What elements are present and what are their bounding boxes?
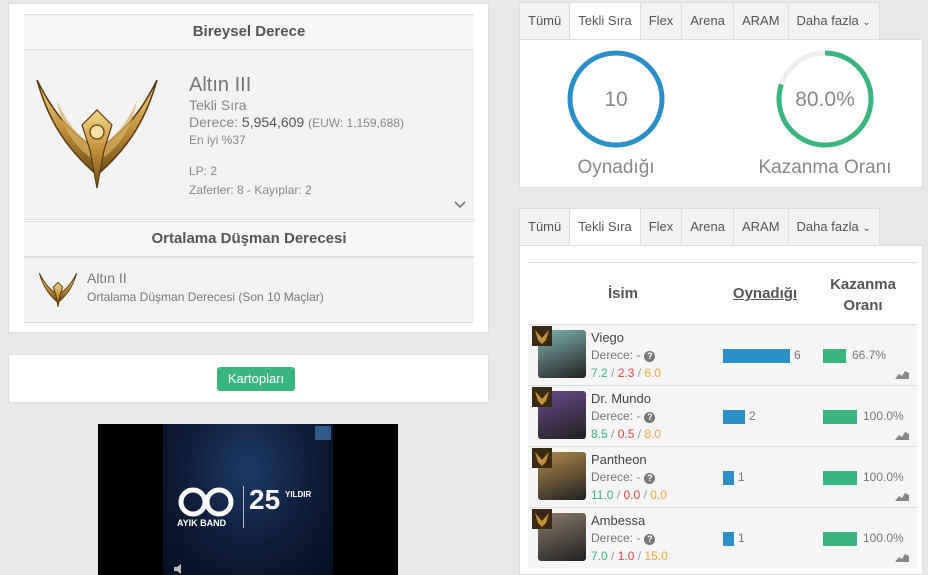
ad-logo-icon <box>178 487 234 517</box>
trend-chart-icon[interactable] <box>895 369 909 379</box>
played-count: 1 <box>738 531 745 545</box>
tab-all[interactable]: Tümü <box>519 2 570 40</box>
tab-more-2[interactable]: Daha fazla ⌄ <box>787 208 880 246</box>
solo-rank-heading: Bireysel Derece <box>24 14 474 50</box>
lp-value: LP: 2 <box>189 164 218 178</box>
tab-arena-2[interactable]: Arena <box>681 208 733 246</box>
tab-aram[interactable]: ARAM <box>732 2 788 40</box>
enemy-rank-heading: Ortalama Düşman Derecesi <box>24 221 474 257</box>
champion-table-header: İsim Oynadığı Kazanma Oranı <box>528 262 917 324</box>
champion-kda: 11.0 / 0.0 / 0.0 <box>591 488 667 502</box>
ladder-region-rank: (EUW: 1,159,688) <box>308 116 404 130</box>
help-icon[interactable]: ? <box>644 534 656 545</box>
tab-flex[interactable]: Flex <box>639 2 682 40</box>
win-loss-record: Zaferler: 8 - Kayıplar: 2 <box>189 183 312 197</box>
mute-icon[interactable] <box>173 564 187 574</box>
ad-years-label: YILDIR <box>285 490 312 499</box>
tab-arena[interactable]: Arena <box>681 2 733 40</box>
maps-panel: Kartopları <box>8 354 489 403</box>
trend-chart-icon[interactable] <box>895 491 909 501</box>
rank-mini-emblem-icon <box>532 509 552 529</box>
stats-panel: 10 Oynadığı 80.0% Kazanma Oranı <box>519 39 923 188</box>
winrate-percent: 100.0% <box>863 470 904 484</box>
winrate-percent: 100.0% <box>863 409 904 423</box>
champion-rank: Derece: -? <box>591 470 656 484</box>
winrate-value: 80.0% <box>795 88 855 111</box>
solo-rank-panel: Bireysel Derece Altın III Tekli Sıra Der… <box>8 3 489 333</box>
winrate-bar <box>823 410 857 424</box>
ad-choices-icon[interactable] <box>315 426 331 440</box>
winrate-percent: 100.0% <box>863 531 904 545</box>
champion-kda: 7.2 / 2.3 / 6.0 <box>591 366 662 380</box>
tab-solo-queue-2[interactable]: Tekli Sıra <box>569 208 640 246</box>
help-icon[interactable]: ? <box>644 412 656 423</box>
ad-banner[interactable]: AYIK BAND 25 YILDIR <box>163 424 333 575</box>
played-bar <box>723 349 790 363</box>
champion-row[interactable]: Pantheon Derece: -? 11.0 / 0.0 / 0.0 1 100.0… <box>528 446 917 507</box>
enemy-rank-box: Altın II Ortalama Düşman Derecesi (Son 1… <box>24 257 474 323</box>
gold-rank-emblem-icon <box>36 79 158 189</box>
played-bar <box>723 410 745 424</box>
played-bar <box>723 471 734 485</box>
rank-tier: Altın III <box>189 74 252 96</box>
games-played-label: Oynadığı <box>577 157 655 178</box>
enemy-rank-tier: Altın II <box>87 270 127 286</box>
played-count: 6 <box>794 348 801 362</box>
col-winrate-header[interactable]: Kazanma Oranı <box>818 274 908 316</box>
ladder-rank-value: 5,954,609 <box>241 114 305 130</box>
chevron-down-icon[interactable] <box>454 201 466 209</box>
played-count: 2 <box>749 409 756 423</box>
queue-tabs-bottom: Tümü Tekli Sıra Flex Arena ARAM Daha faz… <box>519 208 880 246</box>
solo-rank-box: Altın III Tekli Sıra Derece: 5,954,609 (… <box>24 50 474 220</box>
tab-solo-queue[interactable]: Tekli Sıra <box>569 2 640 40</box>
advertisement[interactable]: AYIK BAND 25 YILDIR <box>98 424 398 575</box>
help-icon[interactable]: ? <box>644 473 656 484</box>
tab-aram-2[interactable]: ARAM <box>732 208 788 246</box>
help-icon[interactable]: ? <box>644 351 656 362</box>
tab-all-2[interactable]: Tümü <box>519 208 570 246</box>
champion-rank: Derece: -? <box>591 409 656 423</box>
tab-more[interactable]: Daha fazla ⌄ <box>787 2 880 40</box>
champion-row[interactable]: Viego Derece: -? 7.2 / 2.3 / 6.0 6 66.7% <box>528 324 917 385</box>
ladder-label: Derece: <box>189 114 239 130</box>
trend-chart-icon[interactable] <box>895 430 909 440</box>
rank-queue: Tekli Sıra <box>189 97 247 113</box>
games-played-value: 10 <box>604 88 628 111</box>
winrate-percent: 66.7% <box>852 348 887 362</box>
gold-rank-emblem-small-icon <box>38 272 78 307</box>
champion-rank: Derece: -? <box>591 531 656 545</box>
champion-name[interactable]: Pantheon <box>591 452 647 467</box>
col-name-header[interactable]: İsim <box>578 285 668 302</box>
winrate-bar <box>823 471 857 485</box>
enemy-rank-desc: Ortalama Düşman Derecesi (Son 10 Maçlar) <box>87 290 324 304</box>
winrate-label: Kazanma Oranı <box>758 157 892 178</box>
champion-kda: 7.0 / 1.0 / 15.0 <box>591 549 668 563</box>
played-count: 1 <box>738 470 745 484</box>
rank-mini-emblem-icon <box>532 448 552 468</box>
queue-tabs-top: Tümü Tekli Sıra Flex Arena ARAM Daha faz… <box>519 2 880 40</box>
champion-row[interactable]: Dr. Mundo Derece: -? 8.5 / 0.5 / 8.0 2 100.0… <box>528 385 917 446</box>
col-played-header[interactable]: Oynadığı <box>720 285 810 302</box>
winrate-bar <box>823 349 846 363</box>
rank-mini-emblem-icon <box>532 326 552 346</box>
ad-years: 25 <box>249 484 281 515</box>
snowballs-button[interactable]: Kartopları <box>217 367 295 391</box>
top-percent: En iyi %37 <box>189 133 246 147</box>
champion-row[interactable]: Ambessa Derece: -? 7.0 / 1.0 / 15.0 1 100.0% <box>528 507 917 568</box>
champion-rank: Derece: -? <box>591 348 656 362</box>
rank-mini-emblem-icon <box>532 387 552 407</box>
champion-kda: 8.5 / 0.5 / 8.0 <box>591 427 662 441</box>
ad-brand: AYIK BAND <box>177 518 227 528</box>
champion-name[interactable]: Ambessa <box>591 513 645 528</box>
winrate-bar <box>823 532 857 546</box>
champion-name[interactable]: Dr. Mundo <box>591 391 651 406</box>
champion-name[interactable]: Viego <box>591 330 624 345</box>
trend-chart-icon[interactable] <box>895 552 909 562</box>
tab-flex-2[interactable]: Flex <box>639 208 682 246</box>
played-bar <box>723 532 734 546</box>
champion-stats-panel: İsim Oynadığı Kazanma Oranı Viego Derece:… <box>519 245 923 575</box>
